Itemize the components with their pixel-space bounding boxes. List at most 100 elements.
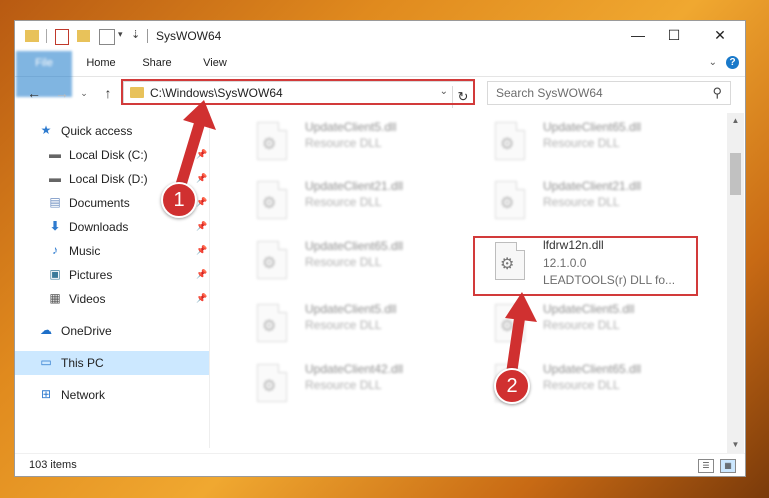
file-item[interactable]: ⚙ UpdateClient42.dll Resource DLL (235, 359, 465, 405)
properties-icon[interactable] (55, 29, 69, 45)
file-type: Resource DLL (305, 195, 382, 209)
details-view-icon[interactable]: ☰ (698, 459, 714, 473)
title-separator (147, 29, 148, 43)
qat-dropdown-icon[interactable]: ▾ (118, 29, 123, 40)
dll-file-icon: ⚙ (257, 364, 287, 402)
file-highlight (473, 236, 698, 296)
back-button[interactable]: ← (25, 83, 43, 103)
file-item[interactable]: ⚙ UpdateClient5.dll Resource DLL (235, 299, 465, 345)
gear-icon: ⚙ (262, 378, 277, 395)
sidebar-item-videos[interactable]: ▦ Videos 📌 (15, 287, 209, 311)
gear-icon: ⚙ (262, 195, 277, 212)
sidebar-item-music[interactable]: ♪ Music 📌 (15, 239, 209, 263)
gear-icon: ⚙ (500, 195, 515, 212)
dll-file-icon: ⚙ (257, 181, 287, 219)
drive-icon: ▬ (49, 171, 61, 185)
tab-share[interactable]: Share (139, 51, 175, 75)
tab-view[interactable]: View (197, 51, 233, 75)
sidebar-item-downloads[interactable]: ⬇ Downloads 📌 (15, 215, 209, 239)
navigation-bar: ← → ⌄ ↑ C:\Windows\SysWOW64 ⌄ ↻ Search S… (15, 77, 745, 109)
pin-icon: 📌 (196, 269, 208, 279)
up-button[interactable]: ↑ (99, 83, 117, 103)
ribbon: File Home Share View ⌄ ? (15, 51, 745, 97)
dll-file-icon: ⚙ (495, 181, 525, 219)
gear-icon: ⚙ (262, 318, 277, 335)
file-item[interactable]: ⚙ UpdateClient65.dll Resource DLL (235, 236, 465, 282)
qat-arrow-icon[interactable]: ⇣ (131, 28, 140, 41)
file-type: Resource DLL (543, 136, 620, 150)
title-bar: ▾ ⇣ SysWOW64 — ☐ ✕ (15, 21, 745, 51)
help-icon[interactable]: ? (726, 56, 739, 69)
pin-icon: 📌 (196, 221, 208, 231)
file-type: Resource DLL (305, 378, 382, 392)
pin-icon: 📌 (196, 245, 208, 255)
scroll-up-icon[interactable]: ▲ (727, 113, 744, 129)
folder-icon (25, 30, 39, 42)
file-type: Resource DLL (543, 195, 620, 209)
sidebar-item-quick-access[interactable]: ★ Quick access (15, 119, 209, 143)
tab-home[interactable]: Home (83, 51, 119, 75)
file-name: UpdateClient21.dll (543, 179, 642, 193)
scroll-down-icon[interactable]: ▼ (727, 437, 744, 453)
computer-icon: ▭ (40, 355, 52, 369)
dll-file-icon: ⚙ (257, 304, 287, 342)
dll-file-icon: ⚙ (257, 122, 287, 160)
gear-icon: ⚙ (262, 136, 277, 153)
search-input[interactable]: Search SysWOW64 (496, 86, 603, 100)
file-name: UpdateClient65.dll (543, 362, 642, 376)
sidebar-item-label: Pictures (69, 268, 113, 282)
search-icon[interactable]: ⚲ (712, 85, 722, 101)
file-item[interactable]: ⚙ UpdateClient5.dll Resource DLL (473, 299, 703, 345)
expand-ribbon-icon[interactable]: ⌄ (709, 57, 717, 68)
recent-locations-icon[interactable]: ⌄ (75, 83, 93, 103)
video-icon: ▦ (49, 291, 61, 305)
network-icon: ⊞ (40, 387, 52, 401)
pin-icon: 📌 (196, 149, 208, 159)
file-item[interactable]: ⚙ UpdateClient5.dll Resource DLL (235, 117, 465, 163)
forward-button[interactable]: → (53, 83, 71, 103)
maximize-button[interactable]: ☐ (663, 25, 685, 45)
sidebar-item-local-disk-c[interactable]: ▬ Local Disk (C:) 📌 (15, 143, 209, 167)
pin-icon: 📌 (196, 293, 208, 303)
file-type: Resource DLL (543, 378, 620, 392)
sidebar-item-pictures[interactable]: ▣ Pictures 📌 (15, 263, 209, 287)
file-type: Resource DLL (543, 318, 620, 332)
file-name: UpdateClient65.dll (305, 239, 404, 253)
sidebar-item-onedrive[interactable]: ☁ OneDrive (15, 319, 209, 343)
close-button[interactable]: ✕ (709, 25, 731, 45)
file-item[interactable]: ⚙ UpdateClient65.dll Resource DLL (473, 117, 703, 163)
large-icons-view-icon[interactable]: ▦ (720, 459, 736, 473)
sidebar-item-label: Downloads (69, 220, 129, 234)
sidebar-item-network[interactable]: ⊞ Network (15, 383, 209, 407)
vertical-scrollbar[interactable]: ▲ ▼ (727, 113, 744, 453)
minimize-button[interactable]: — (627, 25, 649, 45)
sidebar-item-label: Quick access (61, 124, 133, 138)
pin-icon: 📌 (196, 197, 208, 207)
search-box[interactable]: Search SysWOW64 ⚲ (487, 81, 731, 105)
file-name: UpdateClient5.dll (543, 302, 635, 316)
explorer-window: ▾ ⇣ SysWOW64 — ☐ ✕ File Home Share View … (15, 21, 745, 476)
dll-file-icon: ⚙ (495, 122, 525, 160)
new-folder-icon[interactable] (77, 30, 90, 42)
customize-qat-icon[interactable] (99, 29, 115, 45)
sidebar-item-label: Videos (69, 292, 106, 306)
pin-icon: 📌 (196, 173, 208, 183)
sidebar-item-label: Local Disk (C:) (69, 148, 148, 162)
music-icon: ♪ (52, 243, 58, 257)
sidebar-item-label: Music (69, 244, 101, 258)
dll-file-icon: ⚙ (495, 304, 525, 342)
file-item[interactable]: ⚙ UpdateClient21.dll Resource DLL (473, 176, 703, 222)
document-icon: ▤ (49, 195, 61, 209)
file-type: Resource DLL (305, 136, 382, 150)
scroll-thumb[interactable] (730, 153, 741, 195)
dll-file-icon: ⚙ (257, 241, 287, 279)
star-icon: ★ (40, 123, 52, 137)
file-item[interactable]: ⚙ UpdateClient21.dll Resource DLL (235, 176, 465, 222)
download-icon: ⬇ (49, 219, 61, 233)
sidebar-item-this-pc[interactable]: ▭ This PC (15, 351, 209, 375)
item-count: 103 items (29, 459, 77, 471)
cloud-icon: ☁ (40, 323, 52, 337)
sidebar-item-label: Local Disk (D:) (69, 172, 148, 186)
file-name: UpdateClient21.dll (305, 179, 404, 193)
file-name: UpdateClient65.dll (543, 120, 642, 134)
